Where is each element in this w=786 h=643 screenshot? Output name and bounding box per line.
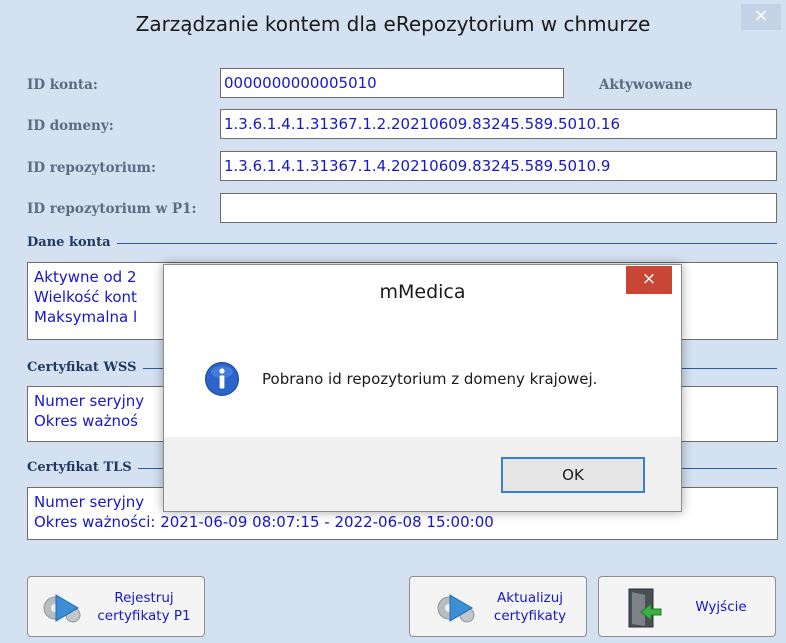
- wss-cert-title: Certyfikat WSS: [27, 360, 143, 375]
- window-close-button[interactable]: ×: [741, 4, 781, 30]
- dialog-footer: OK: [164, 437, 681, 511]
- exit-button[interactable]: Wyjście: [598, 576, 776, 637]
- register-p1-label-line1: Rejestruj: [114, 590, 174, 606]
- dialog-title-bar: mMedica ×: [164, 265, 681, 315]
- account-data-title: Dane konta: [27, 235, 117, 250]
- info-icon: [204, 361, 240, 401]
- update-certificates-button[interactable]: Aktualizuj certyfikaty: [409, 576, 587, 637]
- domain-id-label: ID domeny:: [27, 118, 114, 134]
- title-bar: Zarządzanie kontem dla eRepozytorium w c…: [0, 0, 786, 44]
- dialog-title: mMedica: [379, 281, 466, 303]
- tls-cert-title: Certyfikat TLS: [27, 460, 138, 475]
- info-dialog: mMedica × Pobrano id repozytorium z dome…: [163, 264, 682, 512]
- repo-p1-field[interactable]: [220, 193, 777, 223]
- domain-id-field[interactable]: 1.3.6.1.4.1.31367.1.2.20210609.83245.589…: [220, 109, 777, 139]
- repo-id-label: ID repozytorium:: [27, 160, 156, 176]
- account-data-divider: [27, 243, 777, 244]
- dialog-close-button[interactable]: ×: [626, 266, 672, 294]
- register-p1-label-line2: certyfikaty P1: [97, 608, 191, 624]
- repo-p1-label: ID repozytorium w P1:: [27, 201, 197, 217]
- account-id-field[interactable]: 0000000000005010: [220, 68, 564, 98]
- tls-cert-line: Okres ważności: 2021-06-09 08:07:15 - 20…: [34, 513, 494, 531]
- status-label: Aktywowane: [599, 77, 693, 93]
- ok-button[interactable]: OK: [501, 457, 645, 493]
- exit-label: Wyjście: [695, 599, 747, 615]
- gear-arrow-icon: [434, 591, 480, 629]
- window-title: Zarządzanie kontem dla eRepozytorium w c…: [135, 12, 651, 36]
- update-certs-label-line1: Aktualizuj: [496, 590, 564, 606]
- repo-id-field[interactable]: 1.3.6.1.4.1.31367.1.4.20210609.83245.589…: [220, 151, 777, 181]
- register-p1-certificates-button[interactable]: Rejestruj certyfikaty P1: [27, 576, 205, 637]
- dialog-body: Pobrano id repozytorium z domeny krajowe…: [164, 315, 681, 437]
- update-certs-label-line2: certyfikaty: [493, 608, 567, 624]
- exit-door-icon: [623, 586, 667, 634]
- dialog-message: Pobrano id repozytorium z domeny krajowe…: [262, 370, 598, 388]
- account-id-label: ID konta:: [27, 77, 98, 93]
- gear-arrow-icon: [40, 591, 86, 629]
